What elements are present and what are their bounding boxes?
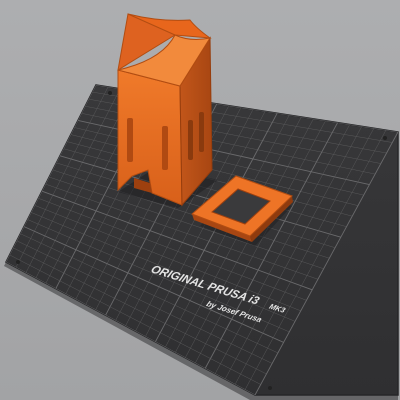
bed-corner-hole	[383, 136, 387, 140]
bed-corner-hole	[108, 91, 112, 95]
upright-slot	[127, 118, 133, 162]
scene-canvas[interactable]: ORIGINAL PRUSA i3 MK3 by Josef Prusa	[0, 0, 400, 400]
upright-slot	[162, 126, 168, 170]
upright-slot	[199, 112, 204, 152]
bed-corner-hole	[268, 386, 272, 390]
upright-slot	[188, 120, 193, 160]
3d-viewport[interactable]: ORIGINAL PRUSA i3 MK3 by Josef Prusa	[0, 0, 400, 400]
bed-corner-hole	[16, 260, 20, 264]
